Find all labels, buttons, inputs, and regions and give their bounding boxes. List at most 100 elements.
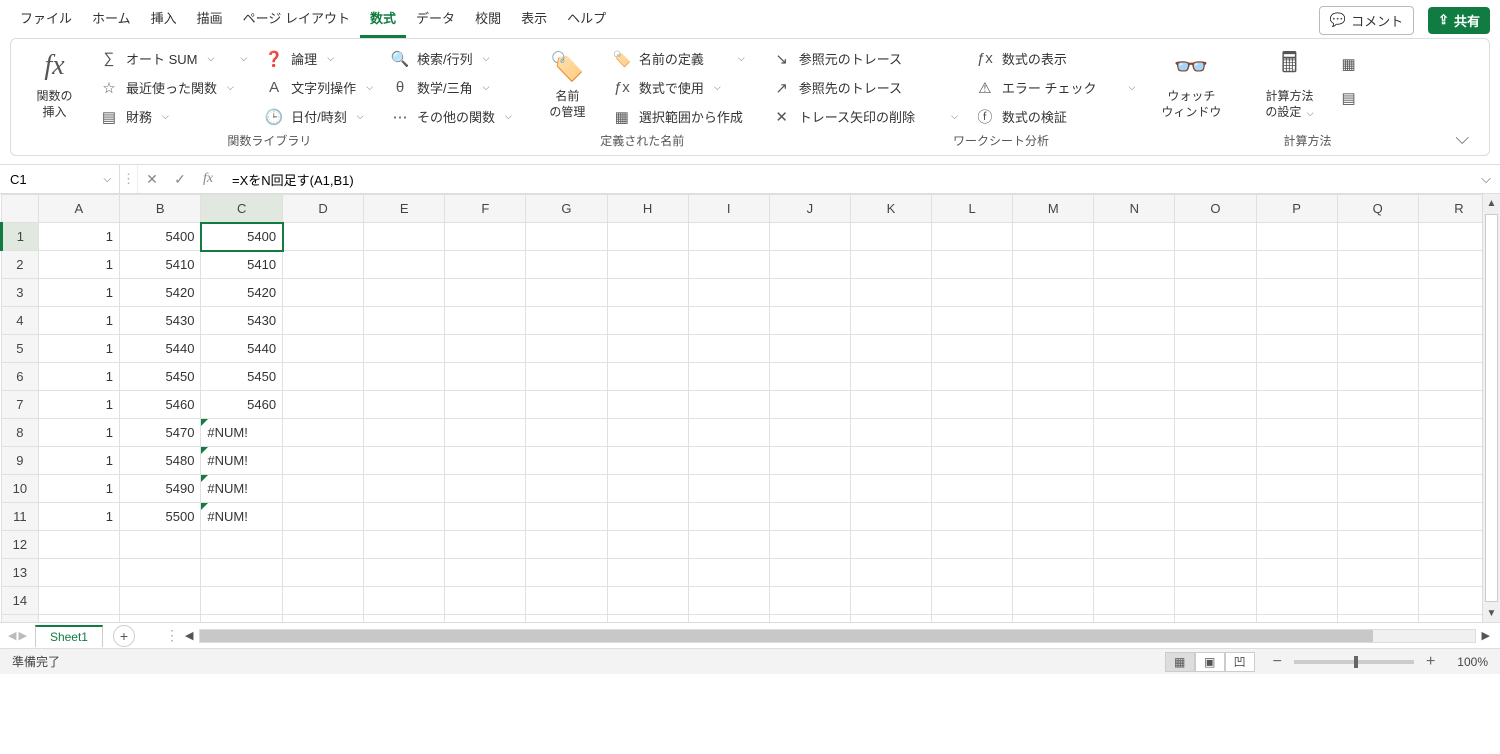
cell-M3[interactable] xyxy=(1013,279,1094,307)
fx-button[interactable]: fx xyxy=(194,165,222,193)
cell-P6[interactable] xyxy=(1256,363,1337,391)
cell-M5[interactable] xyxy=(1013,335,1094,363)
define-name-button[interactable]: 🏷️名前の定義⌵ xyxy=(613,49,745,68)
cell-M13[interactable] xyxy=(1013,559,1094,587)
cell-G6[interactable] xyxy=(526,363,607,391)
cell-I11[interactable] xyxy=(688,503,769,531)
cell-E12[interactable] xyxy=(364,531,445,559)
cell-B2[interactable]: 5410 xyxy=(119,251,200,279)
financial-button[interactable]: ▤財務⌵ xyxy=(100,107,247,126)
cell-N4[interactable] xyxy=(1094,307,1175,335)
cell-K5[interactable] xyxy=(850,335,931,363)
cell-Q4[interactable] xyxy=(1337,307,1418,335)
row-header-9[interactable]: 9 xyxy=(2,447,39,475)
cell-N2[interactable] xyxy=(1094,251,1175,279)
cell-Q13[interactable] xyxy=(1337,559,1418,587)
recent-functions-button[interactable]: ☆最近使った関数⌵ xyxy=(100,78,247,97)
cell-M12[interactable] xyxy=(1013,531,1094,559)
cell-J14[interactable] xyxy=(769,587,850,615)
calc-now-button[interactable]: ▦ xyxy=(1340,55,1358,73)
cell-O7[interactable] xyxy=(1175,391,1256,419)
cell-P14[interactable] xyxy=(1256,587,1337,615)
cell-B8[interactable]: 5470 xyxy=(119,419,200,447)
row-header-7[interactable]: 7 xyxy=(2,391,39,419)
cell-L4[interactable] xyxy=(932,307,1013,335)
cell-M8[interactable] xyxy=(1013,419,1094,447)
name-box-input[interactable] xyxy=(10,172,90,187)
cell-G4[interactable] xyxy=(526,307,607,335)
create-from-selection-button[interactable]: ▦選択範囲から作成 xyxy=(613,107,745,126)
cell-N10[interactable] xyxy=(1094,475,1175,503)
cell-D7[interactable] xyxy=(283,391,364,419)
cell-L13[interactable] xyxy=(932,559,1013,587)
cell-O10[interactable] xyxy=(1175,475,1256,503)
column-header-B[interactable]: B xyxy=(119,195,200,223)
cell-C12[interactable] xyxy=(201,531,283,559)
autosum-button[interactable]: ∑オート SUM⌵⌵ xyxy=(100,49,247,68)
cell-P15[interactable] xyxy=(1256,615,1337,623)
cell-A12[interactable] xyxy=(38,531,119,559)
page-layout-view-button[interactable]: ▣ xyxy=(1195,652,1225,672)
cell-B5[interactable]: 5440 xyxy=(119,335,200,363)
cell-D13[interactable] xyxy=(283,559,364,587)
cell-Q12[interactable] xyxy=(1337,531,1418,559)
collapse-ribbon-button[interactable]: ⌵ xyxy=(1451,128,1473,149)
cell-D6[interactable] xyxy=(283,363,364,391)
column-header-N[interactable]: N xyxy=(1094,195,1175,223)
cell-G3[interactable] xyxy=(526,279,607,307)
cell-E3[interactable] xyxy=(364,279,445,307)
horizontal-scrollbar[interactable] xyxy=(199,629,1475,643)
cell-E5[interactable] xyxy=(364,335,445,363)
cell-A2[interactable]: 1 xyxy=(38,251,119,279)
calculation-options-button[interactable]: 🖩 計算方法 の設定 ⌵ xyxy=(1257,49,1321,120)
cell-C10[interactable]: #NUM! xyxy=(201,475,283,503)
cell-Q5[interactable] xyxy=(1337,335,1418,363)
cell-H11[interactable] xyxy=(607,503,688,531)
cell-J6[interactable] xyxy=(769,363,850,391)
cell-M1[interactable] xyxy=(1013,223,1094,251)
cell-J10[interactable] xyxy=(769,475,850,503)
cell-E15[interactable] xyxy=(364,615,445,623)
cell-B9[interactable]: 5480 xyxy=(119,447,200,475)
cell-K1[interactable] xyxy=(850,223,931,251)
formula-input[interactable] xyxy=(222,165,1472,193)
cell-C8[interactable]: #NUM! xyxy=(201,419,283,447)
cell-N15[interactable] xyxy=(1094,615,1175,623)
cell-F5[interactable] xyxy=(445,335,526,363)
name-box[interactable]: ⌵ xyxy=(0,165,120,193)
cell-C5[interactable]: 5440 xyxy=(201,335,283,363)
cell-C2[interactable]: 5410 xyxy=(201,251,283,279)
cell-E13[interactable] xyxy=(364,559,445,587)
cell-K6[interactable] xyxy=(850,363,931,391)
cell-Q11[interactable] xyxy=(1337,503,1418,531)
cell-F8[interactable] xyxy=(445,419,526,447)
cell-L2[interactable] xyxy=(932,251,1013,279)
cell-E9[interactable] xyxy=(364,447,445,475)
row-header-10[interactable]: 10 xyxy=(2,475,39,503)
cell-H14[interactable] xyxy=(607,587,688,615)
cell-N9[interactable] xyxy=(1094,447,1175,475)
watch-window-button[interactable]: 👓 ウォッチ ウィンドウ xyxy=(1153,49,1229,120)
cell-G10[interactable] xyxy=(526,475,607,503)
column-header-G[interactable]: G xyxy=(526,195,607,223)
column-header-J[interactable]: J xyxy=(769,195,850,223)
cell-D2[interactable] xyxy=(283,251,364,279)
cell-D10[interactable] xyxy=(283,475,364,503)
column-header-K[interactable]: K xyxy=(850,195,931,223)
cell-I9[interactable] xyxy=(688,447,769,475)
cell-F9[interactable] xyxy=(445,447,526,475)
cell-G15[interactable] xyxy=(526,615,607,623)
menu-tab-ヘルプ[interactable]: ヘルプ xyxy=(557,3,616,38)
cell-Q2[interactable] xyxy=(1337,251,1418,279)
cell-B3[interactable]: 5420 xyxy=(119,279,200,307)
cell-M7[interactable] xyxy=(1013,391,1094,419)
cell-H1[interactable] xyxy=(607,223,688,251)
cell-H6[interactable] xyxy=(607,363,688,391)
cell-C13[interactable] xyxy=(201,559,283,587)
sheet-nav[interactable]: ◀▶ xyxy=(0,629,35,642)
column-header-F[interactable]: F xyxy=(445,195,526,223)
cell-A11[interactable]: 1 xyxy=(38,503,119,531)
zoom-slider[interactable] xyxy=(1294,660,1414,664)
cell-J8[interactable] xyxy=(769,419,850,447)
row-header-5[interactable]: 5 xyxy=(2,335,39,363)
